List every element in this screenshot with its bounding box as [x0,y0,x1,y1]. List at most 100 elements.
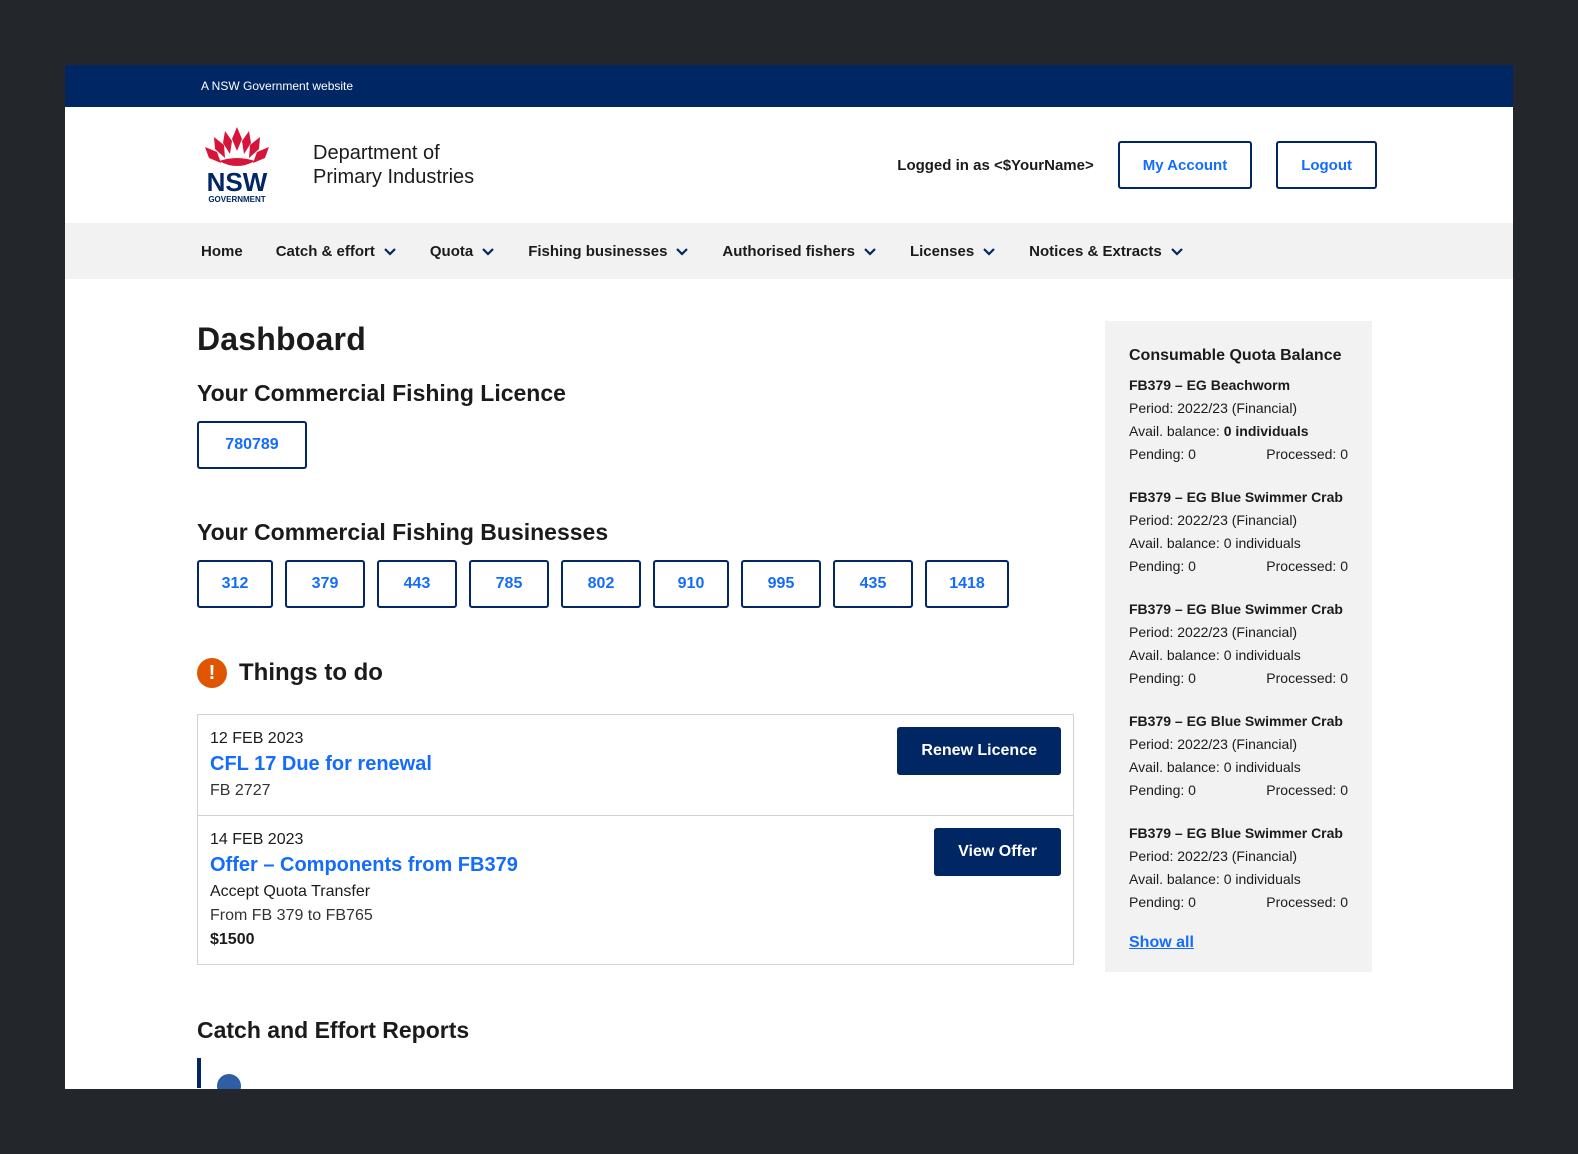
department-name: Department of Primary Industries [313,141,474,189]
renew-licence-button[interactable]: Renew Licence [897,727,1061,775]
todo-detail: From FB 379 to FB765 [210,907,373,924]
nav-item-home[interactable]: Home [201,243,243,260]
business-chip[interactable]: 379 [285,560,365,608]
processed-count: Processed: 0 [1266,670,1348,686]
quota-item: FB379 – EG Blue Swimmer Crab Period: 2022… [1129,822,1348,914]
quota-item: FB379 – EG Blue Swimmer Crab Period: 2022… [1129,598,1348,690]
main-nav: Home Catch & effort Quota Fishing businesse… [65,223,1513,279]
quota-item-period: Period: 2022/23 (Financial) [1129,848,1298,864]
quota-item-balance: Avail. balance: 0 individuals [1129,644,1348,667]
nav-item-label: Home [201,242,243,260]
balance-label: Avail. balance: [1129,759,1224,775]
processed-count: Processed: 0 [1266,782,1348,798]
quota-panel-title: Consumable Quota Balance [1129,347,1342,364]
nav-item-label: Catch & effort [275,242,375,260]
quota-item-name: FB379 – EG Blue Swimmer Crab [1129,601,1343,617]
balance-label: Avail. balance: [1129,647,1224,663]
balance-value: 0 individuals [1223,647,1301,663]
site-logo[interactable]: NSW GOVERNMENT Department of Primary Ind… [201,125,474,205]
nav-item-authorised-fishers[interactable]: Authorised fishers [722,243,877,260]
quota-item: FB379 – EG Beachworm Period: 2022/23 (Fin… [1129,374,1348,466]
business-chip[interactable]: 802 [561,560,641,608]
quota-item: FB379 – EG Blue Swimmer Crab Period: 2022… [1129,486,1348,578]
pending-count: Pending: 0 [1129,782,1196,798]
gov-masthead: A NSW Government website [65,65,1513,107]
business-chip[interactable]: 435 [833,560,913,608]
nav-item-label: Licenses [909,242,975,260]
balance-label: Avail. balance: [1129,871,1224,887]
quota-item-period: Period: 2022/23 (Financial) [1129,736,1298,752]
quota-item-name: FB379 – EG Blue Swimmer Crab [1129,713,1343,729]
quota-item-period: Period: 2022/23 (Financial) [1129,512,1298,528]
nav-item-fishing-businesses[interactable]: Fishing businesses [528,243,689,260]
licence-list: 780789 [197,421,1074,469]
business-chip[interactable]: 443 [377,560,457,608]
quota-item-balance: Avail. balance: 0 individuals [1129,756,1348,779]
nav-item-label: Quota [429,242,474,260]
business-chip[interactable]: 312 [197,560,273,608]
business-chip[interactable]: 785 [469,560,549,608]
quota-item-period: Period: 2022/23 (Financial) [1129,400,1298,416]
business-chip[interactable]: 910 [653,560,729,608]
balance-label: Avail. balance: [1129,423,1224,439]
account-area: Logged in as <$YourName> My Account Logo… [897,141,1377,189]
pending-count: Pending: 0 [1129,670,1196,686]
department-line-2: Primary Industries [313,166,475,188]
nav-item-label: Authorised fishers [722,242,855,260]
todo-item-offer: 14 FEB 2023 Offer – Components from FB37… [198,815,1073,964]
quota-item-balance: Avail. balance: 0 individuals [1129,420,1348,443]
nav-item-catch-effort[interactable]: Catch & effort [276,243,397,260]
licence-chip[interactable]: 780789 [197,421,307,469]
todo-detail: FB 2727 [210,782,271,799]
todo-item-renewal: 12 FEB 2023 CFL 17 Due for renewal FB 27… [198,715,1073,815]
view-offer-button[interactable]: View Offer [934,828,1061,876]
businesses-heading: Your Commercial Fishing Businesses [197,519,609,545]
show-all-link[interactable]: Show all [1129,934,1194,952]
chevron-down-icon [1170,248,1183,256]
todo-header: ! Things to do [197,658,1074,688]
balance-value: 0 individuals [1223,759,1301,775]
department-line-1: Department of [313,142,440,164]
quota-item-name: FB379 – EG Blue Swimmer Crab [1129,489,1343,505]
nav-item-licenses[interactable]: Licenses [910,243,996,260]
balance-label: Avail. balance: [1129,535,1224,551]
processed-count: Processed: 0 [1266,446,1348,462]
logo-wordmark: NSW [207,167,268,197]
pending-count: Pending: 0 [1129,446,1196,462]
nsw-waratah-logo-icon: NSW GOVERNMENT [201,125,273,205]
nav-item-label: Fishing businesses [528,242,668,260]
todo-amount: $1500 [210,931,255,948]
nav-item-notices-extracts[interactable]: Notices & Extracts [1029,243,1184,260]
chevron-down-icon [482,248,494,256]
logo-subtext: GOVERNMENT [208,195,265,204]
quota-balance-panel: Consumable Quota Balance FB379 – EG Beac… [1105,321,1372,972]
chevron-down-icon [384,248,396,256]
business-chip[interactable]: 1418 [925,560,1009,608]
pending-count: Pending: 0 [1129,894,1196,910]
reports-callout-bar [197,1058,241,1089]
device-frame: A NSW Government website NSW GOVERNMENT … [0,0,1578,1154]
nav-item-label: Notices & Extracts [1029,242,1162,260]
page-title: Dashboard [197,321,366,357]
info-icon [217,1074,241,1089]
chevron-down-icon [864,248,876,256]
logout-button[interactable]: Logout [1276,141,1377,189]
quota-item-name: FB379 – EG Blue Swimmer Crab [1129,825,1343,841]
my-account-button[interactable]: My Account [1117,141,1253,189]
processed-count: Processed: 0 [1266,558,1348,574]
site-header: NSW GOVERNMENT Department of Primary Ind… [65,107,1513,223]
nav-item-quota[interactable]: Quota [430,243,495,260]
quota-item-status: Pending: 0 Processed: 0 [1129,779,1348,802]
reports-heading: Catch and Effort Reports [197,1017,470,1043]
licence-heading: Your Commercial Fishing Licence [197,380,566,406]
quota-item-balance: Avail. balance: 0 individuals [1129,532,1348,555]
business-chip[interactable]: 995 [741,560,821,608]
quota-item-balance: Avail. balance: 0 individuals [1129,868,1348,891]
todo-list: 12 FEB 2023 CFL 17 Due for renewal FB 27… [197,714,1074,965]
pending-count: Pending: 0 [1129,558,1196,574]
logged-in-label: Logged in as <$YourName> [897,156,1094,174]
quota-item-status: Pending: 0 Processed: 0 [1129,891,1348,914]
balance-value: 0 individuals [1223,423,1309,439]
balance-value: 0 individuals [1223,535,1301,551]
main-content: Dashboard Your Commercial Fishing Licenc… [65,279,1513,1089]
